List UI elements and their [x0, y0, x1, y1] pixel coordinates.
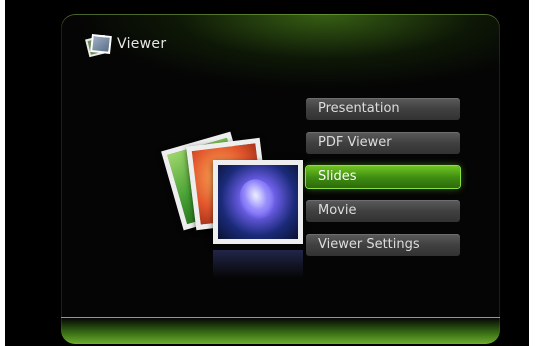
menu-item-movie[interactable]: Movie [306, 200, 460, 222]
viewer-menu: Presentation PDF Viewer Slides Movie Vie… [306, 98, 460, 268]
photo-reflection [213, 250, 303, 278]
title-bar: Viewer [85, 32, 167, 58]
viewer-photos-icon [85, 33, 112, 58]
viewer-panel: Viewer Presentation PDF Viewer Slides Mo… [61, 14, 500, 344]
flower-photo [213, 160, 303, 244]
screen-frame: Viewer Presentation PDF Viewer Slides Mo… [5, 0, 529, 346]
photo-stack-icon [161, 122, 321, 282]
menu-item-presentation[interactable]: Presentation [306, 98, 460, 120]
page-title: Viewer [117, 36, 167, 52]
menu-item-pdf-viewer[interactable]: PDF Viewer [306, 132, 460, 154]
bottom-glow-bar [61, 317, 500, 344]
menu-item-viewer-settings[interactable]: Viewer Settings [306, 234, 460, 256]
menu-item-slides[interactable]: Slides [306, 166, 460, 188]
